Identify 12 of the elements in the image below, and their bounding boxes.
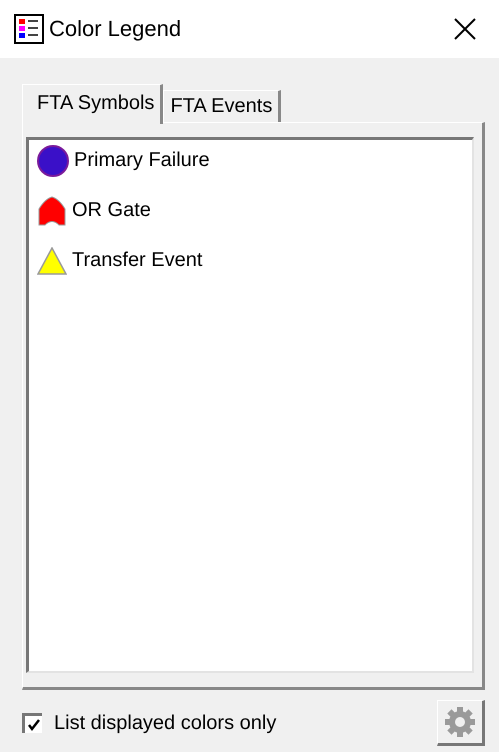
checkbox-label: List displayed colors only [54, 712, 276, 734]
checkmark-icon [26, 718, 40, 732]
tab[interactable]: FTA Symbols [22, 84, 164, 124]
legend-label: Primary Failure [74, 149, 210, 172]
legend-icon [14, 14, 44, 44]
checkbox[interactable] [22, 713, 42, 733]
tab[interactable]: FTA Events [163, 90, 282, 122]
legend-label: Transfer Event [72, 249, 202, 272]
legend-label: OR Gate [72, 199, 151, 222]
window-title: Color Legend [49, 16, 182, 42]
gear-icon [444, 706, 476, 738]
close-icon [453, 17, 477, 41]
